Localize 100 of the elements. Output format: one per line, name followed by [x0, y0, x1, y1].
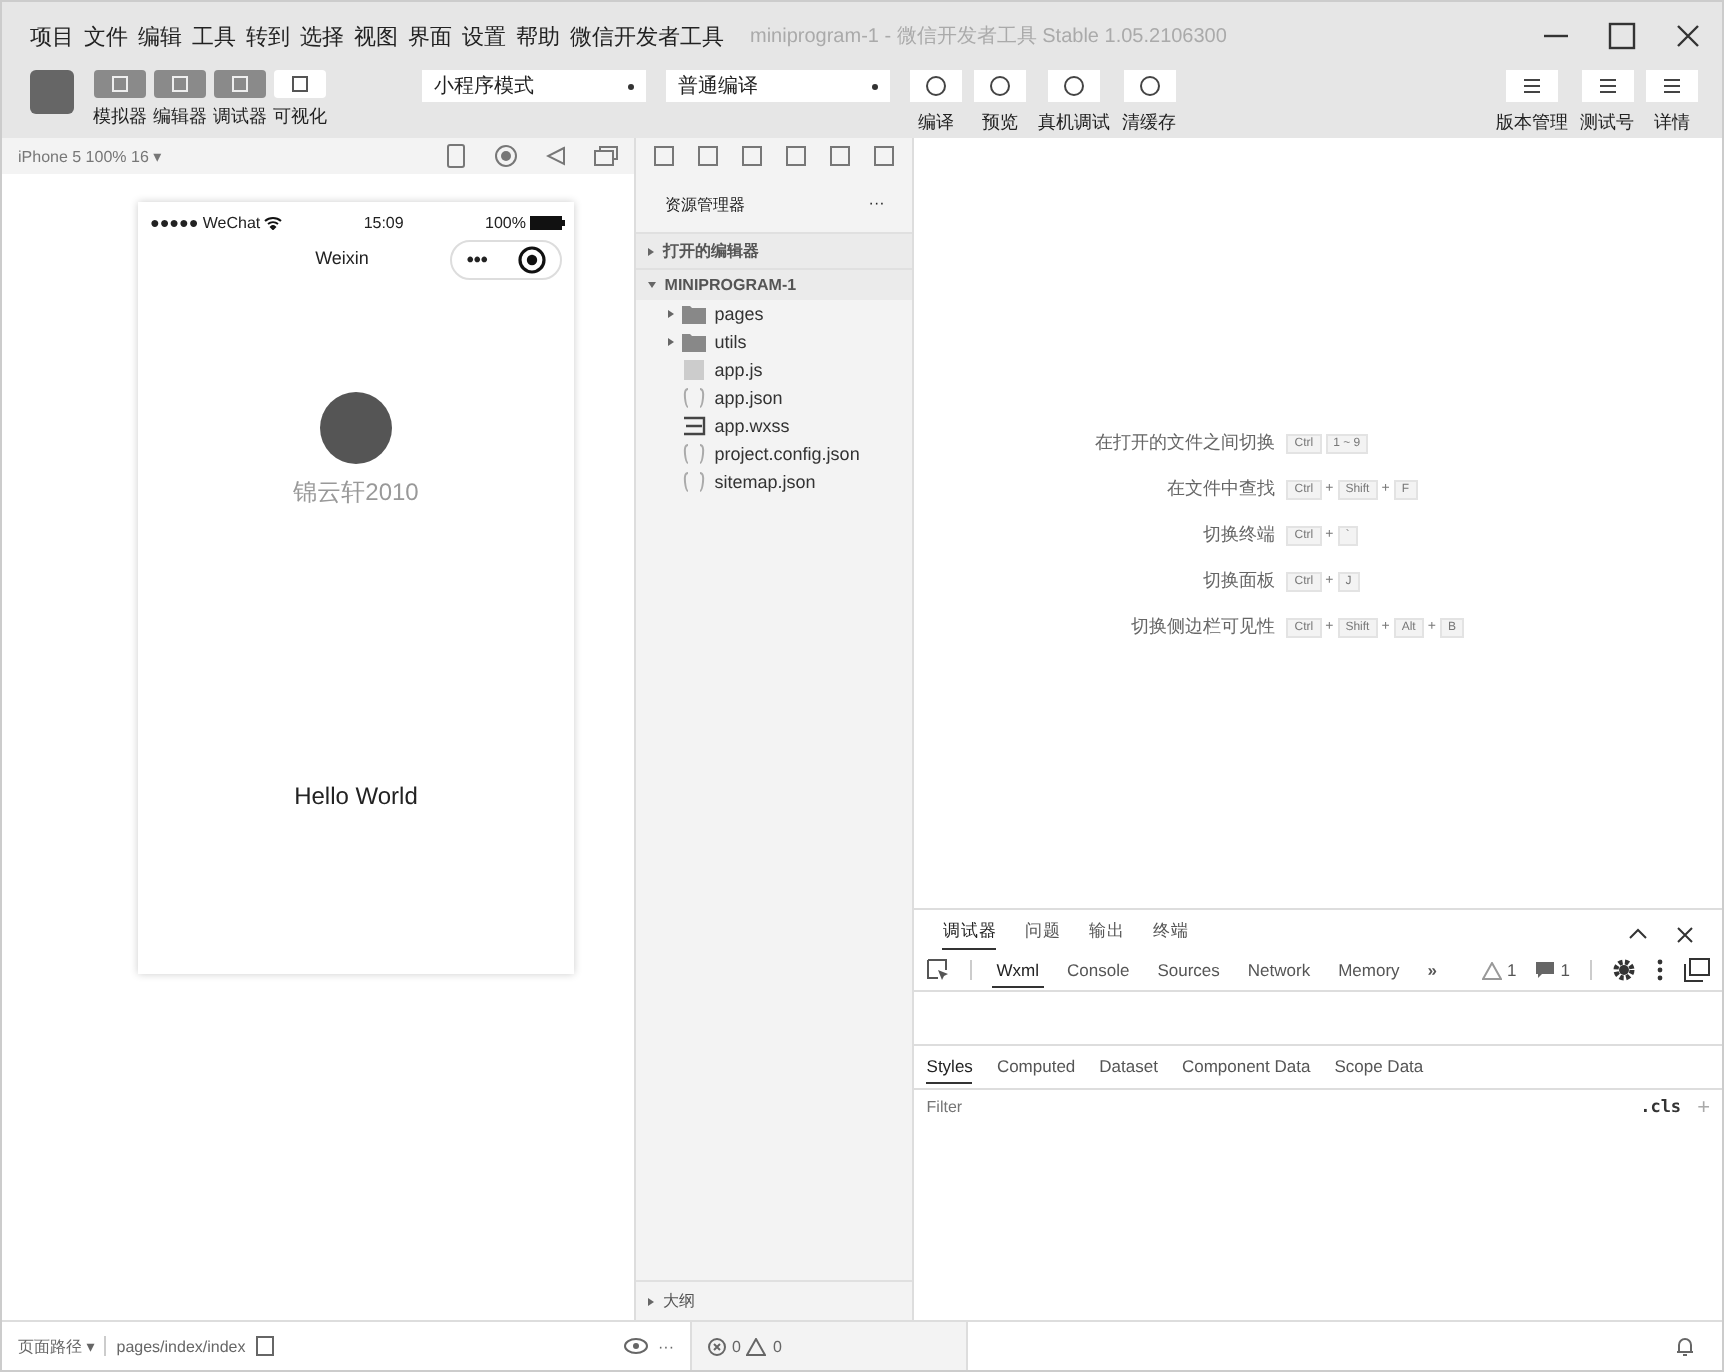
file-tree-item[interactable]: sitemap.json — [636, 468, 913, 496]
view-toggle-label[interactable]: 可视化 — [273, 104, 327, 130]
panel-title: 资源管理器 — [664, 194, 745, 216]
panel-tab[interactable]: 问题 — [1024, 920, 1061, 948]
menu-item[interactable]: 项目 — [30, 21, 74, 51]
explorer-tool-icon[interactable] — [784, 144, 809, 168]
phone-icon[interactable] — [446, 144, 467, 168]
cls-button[interactable]: .cls — [1640, 1097, 1682, 1117]
copy-icon[interactable] — [255, 1336, 274, 1356]
file-tree-item[interactable]: utils — [636, 328, 913, 356]
toolbar-action[interactable]: 清缓存 — [1122, 110, 1176, 136]
devtools-tab[interactable]: Sources — [1153, 954, 1224, 986]
toolbar-icon[interactable] — [1123, 70, 1175, 102]
error-icon — [708, 1337, 726, 1355]
toolbar-icon[interactable] — [1646, 70, 1698, 102]
view-toggle-icon[interactable] — [154, 70, 206, 98]
explorer-tool-icon[interactable] — [740, 144, 765, 168]
window-icon[interactable] — [594, 146, 619, 166]
menu-item[interactable]: 选择 — [300, 21, 344, 51]
explorer-tool-icon[interactable] — [872, 144, 897, 168]
panel-tab[interactable]: 输出 — [1088, 920, 1125, 948]
view-toggle-label[interactable]: 模拟器 — [93, 104, 147, 130]
error-count: 0 — [732, 1337, 741, 1355]
target-icon[interactable] — [517, 246, 546, 274]
view-toggle-label[interactable]: 调试器 — [213, 104, 267, 130]
warning-icon — [1481, 961, 1502, 979]
shortcut-label: 在文件中查找 — [1164, 476, 1275, 502]
bell-icon[interactable] — [1676, 1336, 1694, 1356]
dock-icon[interactable] — [1684, 958, 1710, 982]
collapse-icon[interactable] — [1628, 928, 1648, 940]
page-text: Hello World — [294, 782, 418, 810]
menu-item[interactable]: 工具 — [192, 21, 236, 51]
more-button[interactable]: ··· — [658, 1337, 674, 1355]
file-tree-item[interactable]: app.json — [636, 384, 913, 412]
view-toggle-icon[interactable] — [274, 70, 326, 98]
more-button[interactable]: ··· — [868, 194, 885, 216]
file-tree-item[interactable]: app.js — [636, 356, 913, 384]
back-icon[interactable] — [546, 146, 567, 166]
record-icon[interactable] — [494, 144, 519, 168]
file-tree-item[interactable]: app.wxss — [636, 412, 913, 440]
styles-tab[interactable]: Scope Data — [1334, 1056, 1424, 1084]
menu-item[interactable]: 编辑 — [138, 21, 182, 51]
js-file-icon — [682, 360, 707, 380]
explorer-section[interactable]: MINIPROGRAM-1 — [636, 268, 913, 300]
panel-tab[interactable]: 调试器 — [942, 919, 997, 949]
menu-item[interactable]: 界面 — [408, 21, 452, 51]
toolbar-icon[interactable] — [910, 70, 962, 102]
inspect-icon[interactable] — [926, 958, 951, 982]
toolbar-action[interactable]: 编译 — [918, 110, 954, 136]
shortcut-label: 切换终端 — [1200, 522, 1275, 548]
wifi-icon — [264, 216, 283, 230]
view-toggle-icon[interactable] — [94, 70, 146, 98]
page-path-select[interactable]: 页面路径 ▾ — [18, 1335, 95, 1357]
toolbar-icon[interactable] — [1581, 70, 1633, 102]
explorer-tool-icon[interactable] — [696, 144, 721, 168]
styles-tab[interactable]: Dataset — [1099, 1056, 1158, 1084]
more-icon[interactable] — [1656, 958, 1664, 982]
panel-tab[interactable]: 终端 — [1152, 920, 1189, 948]
explorer-tool-icon[interactable] — [652, 144, 677, 168]
styles-tab[interactable]: Styles — [926, 1056, 973, 1084]
device-select[interactable]: iPhone 5 100% 16 ▾ — [18, 147, 162, 165]
more-tabs-button[interactable]: » — [1423, 954, 1442, 986]
explorer-tool-icon[interactable] — [828, 144, 853, 168]
view-toggle-label[interactable]: 编辑器 — [153, 104, 207, 130]
menu-item[interactable]: 视图 — [354, 21, 398, 51]
mode-select[interactable]: 小程序模式 — [422, 70, 646, 102]
styles-tab[interactable]: Computed — [996, 1056, 1076, 1084]
devtools-tab[interactable]: Network — [1243, 954, 1315, 986]
folder-icon — [682, 304, 707, 324]
toolbar-icon[interactable] — [1506, 70, 1558, 102]
explorer-section[interactable]: 打开的编辑器 — [636, 232, 913, 268]
toolbar-action[interactable]: 预览 — [982, 110, 1018, 136]
close-icon[interactable] — [1676, 925, 1694, 943]
eye-icon[interactable] — [624, 1338, 648, 1354]
filter-field[interactable]: Filter — [926, 1094, 1625, 1120]
file-tree-item[interactable]: pages — [636, 300, 913, 328]
menu-item[interactable]: 文件 — [84, 21, 128, 51]
compile-select[interactable]: 普通编译 — [666, 70, 890, 102]
toolbar-action[interactable]: 真机调试 — [1038, 110, 1110, 136]
view-toggle-icon[interactable] — [214, 70, 266, 98]
toolbar-action[interactable]: 版本管理 — [1496, 110, 1568, 136]
capsule-menu[interactable]: ••• — [450, 240, 562, 280]
menu-item[interactable]: 微信开发者工具 — [570, 21, 724, 51]
devtools-tab[interactable]: Console — [1063, 954, 1134, 986]
maximize-icon[interactable] — [1608, 22, 1636, 50]
devtools-tab[interactable]: Wxml — [992, 953, 1044, 987]
menu-item[interactable]: 转到 — [246, 21, 290, 51]
file-tree-item[interactable]: project.config.json — [636, 440, 913, 468]
toolbar-icon[interactable] — [1048, 70, 1100, 102]
close-icon[interactable] — [1674, 22, 1702, 50]
toolbar-action[interactable]: 测试号 — [1580, 110, 1634, 136]
json-file-icon — [682, 444, 707, 464]
styles-tab[interactable]: Component Data — [1181, 1056, 1311, 1084]
menu-item[interactable]: 帮助 — [516, 21, 560, 51]
devtools-tab[interactable]: Memory — [1334, 954, 1404, 986]
toolbar-action[interactable]: 详情 — [1654, 110, 1690, 136]
carrier-text: ●●●●● WeChat — [150, 214, 261, 232]
settings-icon[interactable] — [1612, 958, 1636, 982]
menu-item[interactable]: 设置 — [462, 21, 506, 51]
toolbar-icon[interactable] — [974, 70, 1026, 102]
